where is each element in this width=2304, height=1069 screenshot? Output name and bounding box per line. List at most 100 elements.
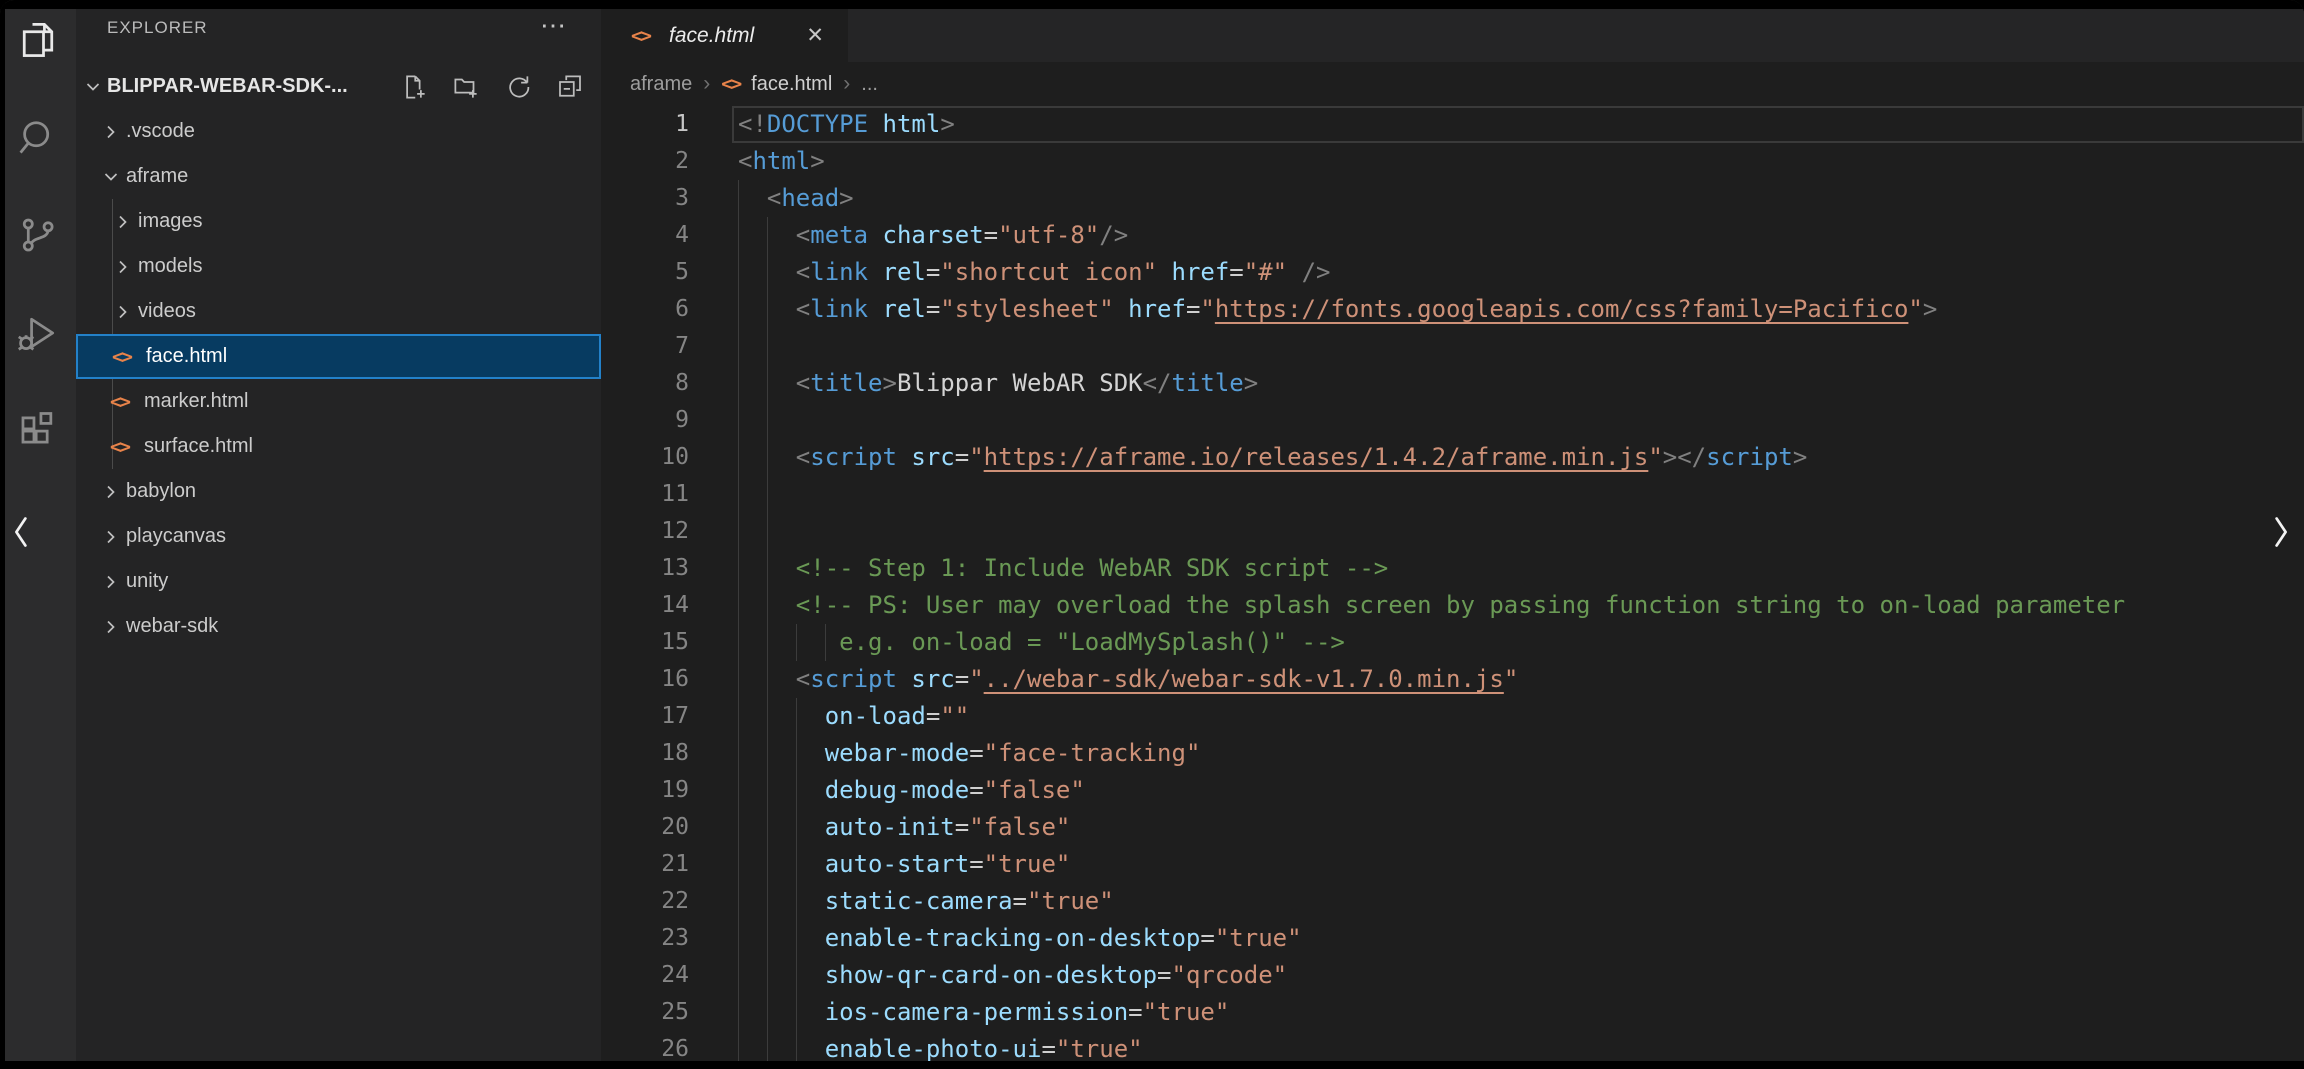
more-actions-icon[interactable]: ⋯: [540, 10, 567, 41]
code-line[interactable]: 3 <head>: [601, 180, 2304, 217]
code-line[interactable]: 13 <!-- Step 1: Include WebAR SDK script…: [601, 550, 2304, 587]
code-line[interactable]: 8 <title>Blippar WebAR SDK</title>: [601, 365, 2304, 402]
tree-item-marker-html[interactable]: <>marker.html: [76, 379, 601, 424]
code-line[interactable]: 15 e.g. on-load = "LoadMySplash()" -->: [601, 624, 2304, 661]
indent-guide: [767, 772, 768, 809]
tree-item-webar-sdk[interactable]: webar-sdk: [76, 604, 601, 649]
tree-item-unity[interactable]: unity: [76, 559, 601, 604]
tree-item-videos[interactable]: videos: [76, 289, 601, 334]
breadcrumb: aframe›<>face.html›...: [601, 62, 878, 106]
explorer-title: EXPLORER: [107, 18, 208, 38]
code-line-content: show-qr-card-on-desktop="qrcode": [732, 957, 1287, 994]
code-token: ios-camera-permission: [825, 998, 1128, 1026]
code-line-content: on-load="": [732, 698, 969, 735]
chevron-down-icon: [102, 168, 120, 186]
tree-item-aframe[interactable]: aframe: [76, 154, 601, 199]
code-token: >: [810, 147, 824, 175]
chevron-left-icon[interactable]: [10, 514, 34, 550]
code-line[interactable]: 24 show-qr-card-on-desktop="qrcode": [601, 957, 2304, 994]
search-icon[interactable]: [2, 99, 74, 175]
code-token: Blippar WebAR SDK: [897, 369, 1143, 397]
code-line[interactable]: 2<html>: [601, 143, 2304, 180]
breadcrumb-item-aframe[interactable]: aframe: [630, 73, 692, 96]
indent-guide: [738, 624, 739, 661]
code-token: ": [1908, 295, 1922, 323]
line-number: 3: [601, 180, 732, 217]
code-line[interactable]: 18 webar-mode="face-tracking": [601, 735, 2304, 772]
indent-guide: [738, 402, 739, 439]
close-icon[interactable]: ✕: [806, 23, 824, 48]
code-token: href: [1157, 258, 1229, 286]
code-token: <: [738, 147, 752, 175]
code-token: webar-mode: [825, 739, 970, 767]
code-line[interactable]: 23 enable-tracking-on-desktop="true": [601, 920, 2304, 957]
code-token: <: [796, 221, 810, 249]
line-number: 1: [601, 106, 732, 143]
tree-item-surface-html[interactable]: <>surface.html: [76, 424, 601, 469]
code-line[interactable]: 10 <script src="https://aframe.io/releas…: [601, 439, 2304, 476]
new-file-icon[interactable]: [399, 72, 429, 102]
code-token: <!-- PS: User may overload the splash sc…: [796, 591, 2125, 619]
code-line[interactable]: 14 <!-- PS: User may overload the splash…: [601, 587, 2304, 624]
chevron-right-icon[interactable]: [2268, 514, 2292, 550]
breadcrumb-item-face-html[interactable]: face.html: [751, 73, 832, 96]
indent-guide: [767, 698, 768, 735]
code-token: ": [969, 665, 983, 693]
indent-guide: [738, 328, 739, 365]
tree-item-face-html[interactable]: <>face.html: [76, 334, 601, 379]
html-file-icon: <>: [112, 346, 140, 368]
code-token: =: [926, 295, 940, 323]
code-line[interactable]: 21 auto-start="true": [601, 846, 2304, 883]
code-token: [738, 1035, 825, 1063]
code-line-content: <script src="https://aframe.io/releases/…: [732, 439, 1807, 476]
tree-item-label: unity: [126, 570, 168, 593]
indent-guide: [767, 661, 768, 698]
code-line[interactable]: 7: [601, 328, 2304, 365]
indent-guide: [738, 920, 739, 957]
code-line[interactable]: 6 <link rel="stylesheet" href="https://f…: [601, 291, 2304, 328]
refresh-explorer-icon[interactable]: [503, 72, 533, 102]
code-line-content: <script src="../webar-sdk/webar-sdk-v1.7…: [732, 661, 1518, 698]
line-number: 15: [601, 624, 732, 661]
tab-face-html[interactable]: <>face.html✕: [601, 9, 848, 62]
code-line[interactable]: 5 <link rel="shortcut icon" href="#" />: [601, 254, 2304, 291]
code-token: "face-tracking": [984, 739, 1201, 767]
tree-item-playcanvas[interactable]: playcanvas: [76, 514, 601, 559]
code-token: =: [984, 221, 998, 249]
code-line[interactable]: 4 <meta charset="utf-8"/>: [601, 217, 2304, 254]
code-editor[interactable]: 1<!DOCTYPE html>2<html>3 <head>4 <meta c…: [601, 106, 2304, 1069]
code-line[interactable]: 22 static-camera="true": [601, 883, 2304, 920]
code-line[interactable]: 17 on-load="": [601, 698, 2304, 735]
indent-guide: [767, 883, 768, 920]
line-number: 17: [601, 698, 732, 735]
tree-item-images[interactable]: images: [76, 199, 601, 244]
source-control-icon[interactable]: [2, 197, 74, 273]
code-line[interactable]: 25 ios-camera-permission="true": [601, 994, 2304, 1031]
code-line[interactable]: 9: [601, 402, 2304, 439]
code-token: ": [969, 443, 983, 471]
code-line[interactable]: 12: [601, 513, 2304, 550]
new-folder-icon[interactable]: [451, 72, 481, 102]
code-token: =: [1013, 887, 1027, 915]
tree-item-models[interactable]: models: [76, 244, 601, 289]
tree-item-babylon[interactable]: babylon: [76, 469, 601, 514]
collapse-folders-icon[interactable]: [555, 72, 585, 102]
root-folder-row[interactable]: BLIPPAR-WEBAR-SDK-...: [76, 64, 601, 109]
extensions-icon[interactable]: [2, 392, 74, 468]
code-line[interactable]: 1<!DOCTYPE html>: [601, 106, 2304, 143]
run-and-debug-icon[interactable]: [2, 295, 74, 371]
explorer-icon[interactable]: [2, 2, 74, 78]
code-line[interactable]: 16 <script src="../webar-sdk/webar-sdk-v…: [601, 661, 2304, 698]
indent-guide: [738, 661, 739, 698]
code-line[interactable]: 19 debug-mode="false": [601, 772, 2304, 809]
code-line-content: <head>: [732, 180, 854, 217]
code-line[interactable]: 20 auto-init="false": [601, 809, 2304, 846]
chevron-right-icon: [102, 123, 120, 141]
code-token: <: [796, 443, 810, 471]
code-token: DOCTYPE: [767, 110, 868, 138]
code-line-content: e.g. on-load = "LoadMySplash()" -->: [732, 624, 1345, 661]
code-line[interactable]: 11: [601, 476, 2304, 513]
tree-item-vscode[interactable]: .vscode: [76, 109, 601, 154]
breadcrumb-item-[interactable]: ...: [861, 73, 878, 96]
code-token: auto-start: [825, 850, 970, 878]
